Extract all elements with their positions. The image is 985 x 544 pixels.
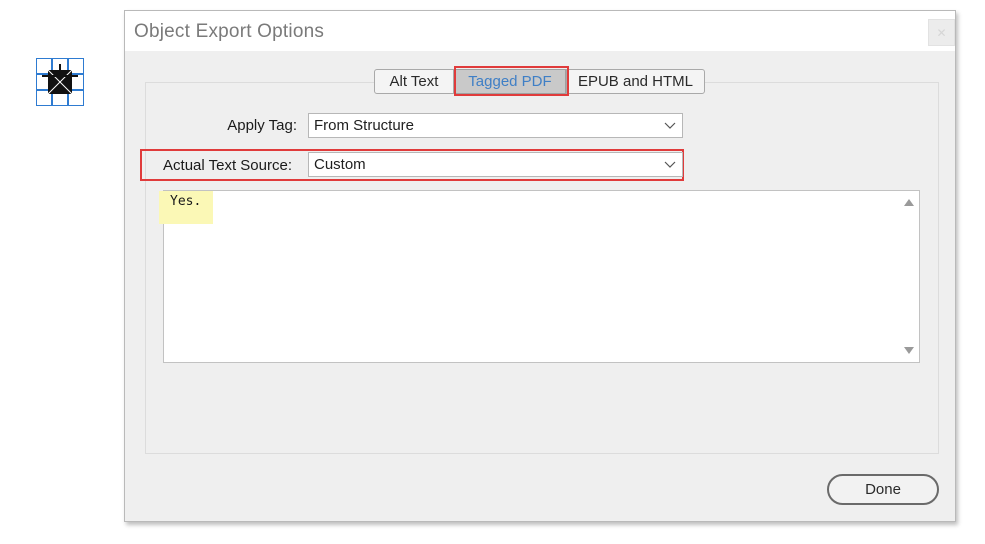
close-icon: ✕ — [936, 25, 947, 40]
tab-tagged-pdf[interactable]: Tagged PDF — [454, 69, 566, 94]
title-bar: Object Export Options ✕ — [125, 11, 955, 51]
apply-tag-value: From Structure — [314, 117, 415, 134]
tab-bar: Alt Text Tagged PDF EPUB and HTML — [374, 69, 705, 94]
actual-text-source-label: Actual Text Source: — [163, 157, 292, 174]
apply-tag-label: Apply Tag: — [227, 117, 297, 134]
chevron-down-icon — [664, 122, 676, 129]
close-button[interactable]: ✕ — [928, 19, 955, 46]
done-button[interactable]: Done — [827, 474, 939, 505]
tab-alt-text[interactable]: Alt Text — [374, 69, 454, 94]
chevron-down-icon — [664, 161, 676, 168]
actual-text-source-dropdown[interactable]: Custom — [308, 152, 683, 177]
custom-text-value: Yes. — [170, 194, 202, 209]
tab-epub-and-html[interactable]: EPUB and HTML — [566, 69, 705, 94]
actual-text-source-value: Custom — [314, 156, 366, 173]
selected-object-icon[interactable] — [36, 58, 84, 106]
apply-tag-dropdown[interactable]: From Structure — [308, 113, 683, 138]
scroll-down-arrow-icon[interactable] — [903, 346, 915, 356]
vertical-scrollbar[interactable] — [899, 191, 919, 362]
object-export-options-dialog: Object Export Options ✕ Alt Text Tagged … — [124, 10, 956, 522]
dialog-title: Object Export Options — [134, 21, 325, 42]
scroll-up-arrow-icon[interactable] — [903, 197, 915, 207]
canvas: Object Export Options ✕ Alt Text Tagged … — [0, 0, 985, 544]
custom-text-area[interactable]: Yes. — [159, 190, 920, 363]
